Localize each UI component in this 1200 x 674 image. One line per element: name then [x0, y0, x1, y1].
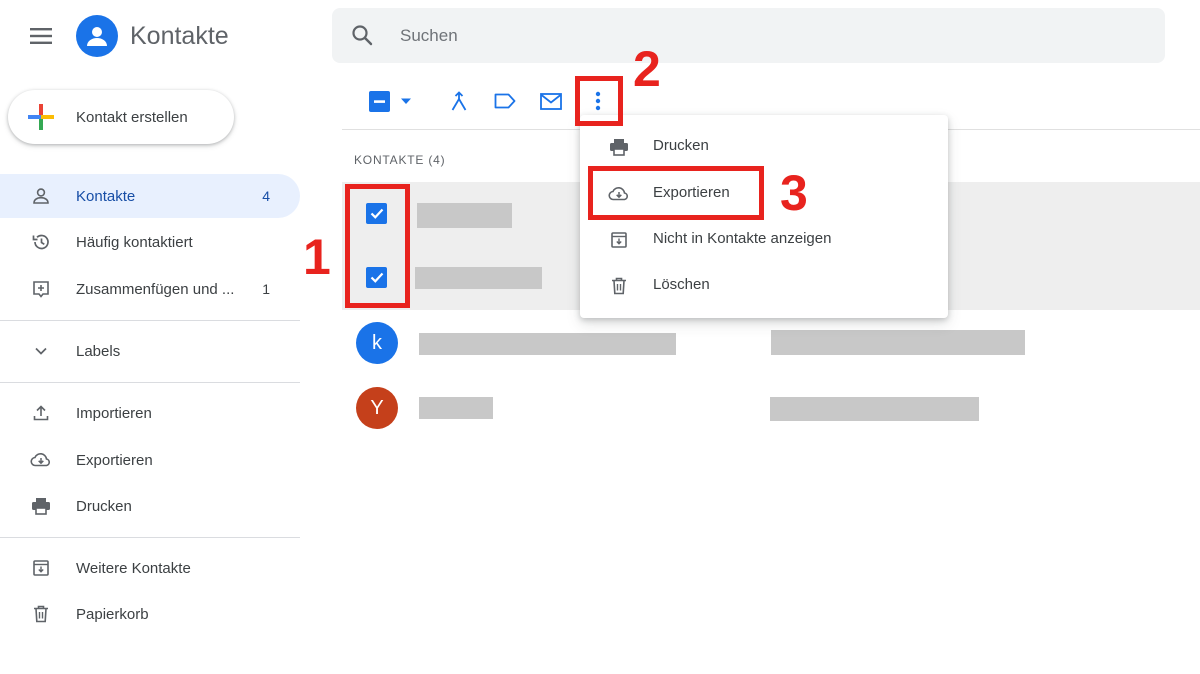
- contact-name-redacted: [419, 397, 493, 419]
- sidebar-divider: [0, 382, 300, 383]
- archive-icon: [30, 557, 52, 579]
- sidebar-item-label: Labels: [76, 342, 121, 360]
- search-input[interactable]: [398, 20, 1102, 52]
- sidebar-item-trash[interactable]: Papierkorb: [0, 592, 300, 636]
- menu-item-delete[interactable]: Löschen: [580, 263, 948, 309]
- history-icon: [30, 231, 52, 253]
- menu-item-label: Drucken: [653, 137, 709, 154]
- select-all-dropdown[interactable]: [362, 86, 418, 116]
- sidebar-divider: [0, 537, 300, 538]
- person-icon: [30, 185, 52, 207]
- menu-item-hide[interactable]: Nicht in Kontakte anzeigen: [580, 217, 948, 263]
- sidebar-item-label: Weitere Kontakte: [76, 559, 191, 577]
- sidebar-item-label: Drucken: [76, 497, 132, 515]
- label-icon: [494, 93, 516, 109]
- checkbox-indeterminate-icon: [368, 90, 390, 112]
- annotation-number-3: 3: [780, 165, 808, 221]
- caret-down-icon: [400, 98, 411, 104]
- sidebar-item-export[interactable]: Exportieren: [0, 438, 300, 482]
- mail-icon: [540, 92, 562, 110]
- contact-email-redacted: [771, 330, 1025, 355]
- avatar: Y: [356, 387, 398, 429]
- avatar: k: [356, 322, 398, 364]
- sidebar-item-contacts[interactable]: Kontakte 4: [0, 174, 300, 218]
- contact-email-redacted: [770, 397, 979, 421]
- sidebar-divider: [0, 320, 300, 321]
- sidebar-item-print[interactable]: Drucken: [0, 484, 300, 528]
- print-icon: [30, 495, 52, 517]
- contacts-logo: [76, 15, 118, 57]
- archive-icon: [608, 229, 630, 251]
- sidebar-item-label: Kontakte: [76, 187, 136, 205]
- sidebar-item-other-contacts[interactable]: Weitere Kontakte: [0, 546, 300, 590]
- main-menu-button[interactable]: [22, 18, 60, 54]
- sidebar-item-label: Häufig kontaktiert: [76, 233, 193, 251]
- upload-icon: [30, 402, 52, 424]
- merge-icon: [451, 91, 467, 111]
- menu-item-label: Löschen: [653, 276, 710, 293]
- contact-row[interactable]: k: [342, 312, 1200, 376]
- sidebar-item-label: Exportieren: [76, 451, 153, 469]
- contacts-count-badge: 4: [262, 188, 270, 204]
- trash-icon: [608, 275, 630, 297]
- create-contact-label: Kontakt erstellen: [76, 108, 188, 126]
- contact-name-redacted: [419, 333, 676, 355]
- search-icon[interactable]: [350, 23, 374, 47]
- annotation-number-1: 1: [303, 229, 331, 285]
- plus-icon: [28, 104, 54, 130]
- sidebar-item-label: Importieren: [76, 404, 152, 422]
- sidebar-item-labels[interactable]: Labels: [0, 329, 300, 373]
- annotation-box-checkboxes: [345, 184, 410, 308]
- merge-box-icon: [30, 278, 52, 300]
- contact-row[interactable]: Y: [342, 376, 1200, 440]
- menu-item-print[interactable]: Drucken: [580, 124, 948, 170]
- trash-icon: [30, 603, 52, 625]
- search-bar[interactable]: [332, 8, 1165, 63]
- contacts-section-header: KONTAKTE (4): [354, 153, 446, 167]
- hamburger-icon: [30, 28, 52, 44]
- sidebar-item-merge[interactable]: Zusammenfügen und ... 1: [0, 267, 300, 311]
- sidebar-item-frequent[interactable]: Häufig kontaktiert: [0, 220, 300, 264]
- merge-count-badge: 1: [262, 281, 270, 297]
- sidebar-item-label: Papierkorb: [76, 605, 149, 623]
- chevron-down-icon: [30, 340, 52, 362]
- annotation-box-export: [588, 166, 764, 220]
- annotation-box-more-button: [575, 76, 623, 126]
- contact-name-redacted: [417, 203, 512, 228]
- menu-item-label: Nicht in Kontakte anzeigen: [653, 230, 832, 247]
- annotation-number-2: 2: [633, 41, 661, 97]
- email-button[interactable]: [536, 86, 566, 116]
- cloud-download-icon: [30, 449, 52, 471]
- merge-button[interactable]: [444, 86, 474, 116]
- app-title: Kontakte: [130, 22, 229, 50]
- contact-name-redacted: [415, 267, 542, 289]
- create-contact-button[interactable]: Kontakt erstellen: [8, 90, 234, 144]
- sidebar-item-import[interactable]: Importieren: [0, 391, 300, 435]
- sidebar-item-label: Zusammenfügen und ...: [76, 280, 235, 298]
- person-icon: [87, 27, 107, 46]
- label-button[interactable]: [490, 86, 520, 116]
- print-icon: [608, 136, 630, 158]
